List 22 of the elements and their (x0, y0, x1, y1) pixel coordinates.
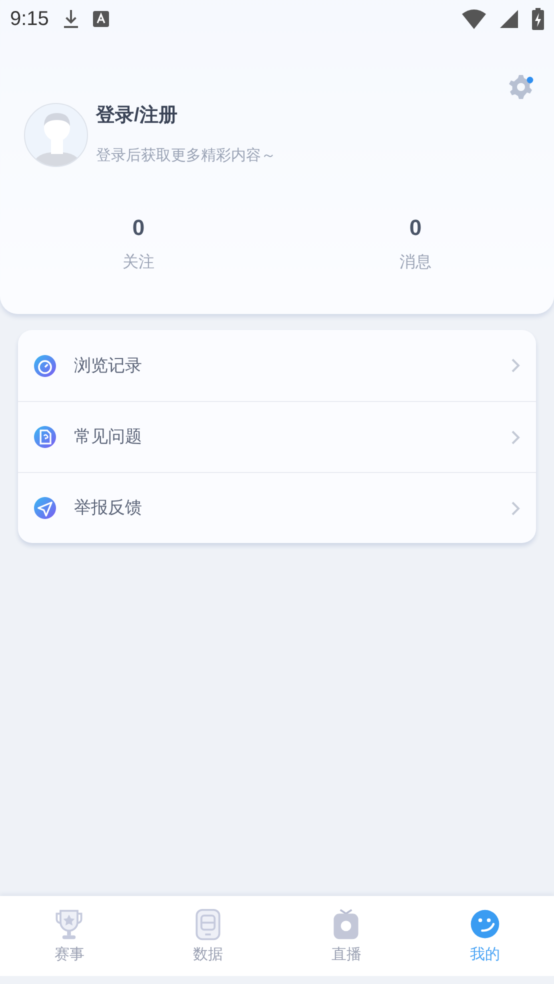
stat-value: 0 (409, 217, 422, 239)
login-link[interactable]: 登录/注册 (96, 102, 276, 130)
chevron-icon (511, 430, 520, 444)
paper-plane-icon (34, 497, 56, 519)
keyboard-icon (92, 11, 109, 27)
login-hint: 登录后获取更多精彩内容～ (96, 146, 276, 166)
chevron-icon (511, 500, 520, 516)
battery-icon (532, 8, 544, 30)
download-icon (62, 9, 79, 29)
signal-icon (500, 10, 518, 28)
settings-icon[interactable] (508, 74, 534, 100)
document-icon (34, 426, 56, 448)
menu-item[interactable]: 浏览记录 (18, 330, 536, 401)
menu-item[interactable]: 举报反馈 (18, 472, 536, 543)
wifi-icon (462, 9, 486, 29)
menu-item[interactable]: 常见问题 (18, 401, 536, 472)
stat-label: 消息 (400, 252, 432, 273)
chevron-icon (511, 358, 520, 373)
stat-label: 关注 (122, 252, 154, 273)
status-time: 9:15 (10, 7, 49, 32)
gauge-icon (34, 354, 56, 376)
stat-value: 0 (132, 217, 145, 239)
